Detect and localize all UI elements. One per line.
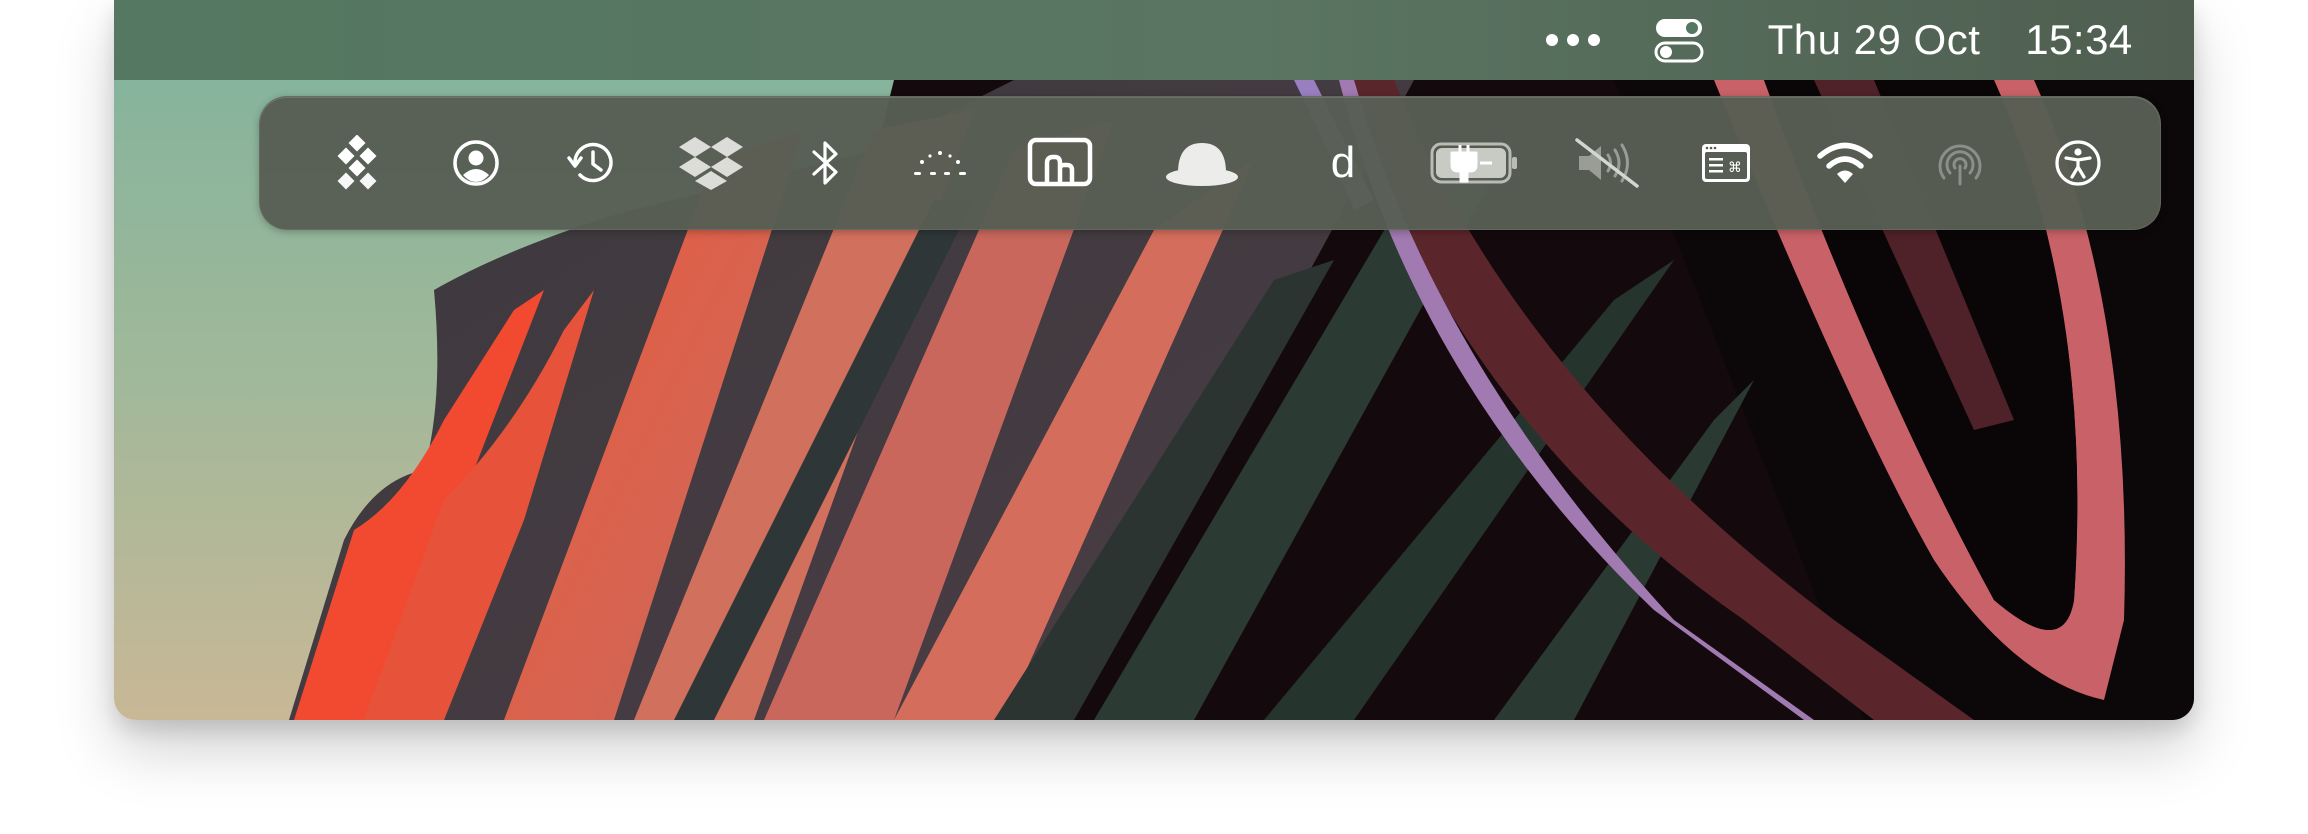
- desktop-screen: Thu 29 Oct 15:34 d ⌘: [114, 0, 2194, 720]
- dropbox-icon[interactable]: [678, 97, 744, 229]
- letter-d-label: d: [1330, 138, 1356, 187]
- date-text: Thu 29 Oct: [1767, 16, 1981, 63]
- menu-bar: Thu 29 Oct 15:34: [114, 0, 2194, 80]
- keyboard-shortcuts-icon[interactable]: ⌘: [1700, 97, 1752, 229]
- time-machine-icon[interactable]: [567, 97, 617, 229]
- diamond-grid-icon[interactable]: [335, 97, 379, 229]
- letter-d-icon[interactable]: d: [1331, 97, 1355, 229]
- more-dots-icon[interactable]: [1528, 0, 1618, 80]
- bluetooth-icon[interactable]: [810, 97, 840, 229]
- battery-charging-icon[interactable]: [1430, 97, 1520, 229]
- airdrop-icon[interactable]: [1935, 97, 1985, 229]
- menubar-clock[interactable]: 15:34: [2009, 0, 2149, 80]
- menubar-date[interactable]: Thu 29 Oct: [1754, 0, 1994, 80]
- control-center-icon[interactable]: [1644, 0, 1714, 80]
- volume-muted-icon[interactable]: [1575, 97, 1641, 229]
- menubar-overflow-panel: d ⌘: [259, 96, 2161, 230]
- user-account-icon[interactable]: [452, 97, 500, 229]
- screen-mirroring-icon[interactable]: [1027, 97, 1093, 229]
- wifi-icon[interactable]: [1815, 97, 1875, 229]
- dotted-arc-icon[interactable]: [912, 97, 968, 229]
- time-text: 15:34: [2025, 16, 2133, 63]
- svg-text:⌘: ⌘: [1728, 160, 1742, 176]
- accessibility-icon[interactable]: [2054, 97, 2102, 229]
- hat-icon[interactable]: [1164, 97, 1240, 229]
